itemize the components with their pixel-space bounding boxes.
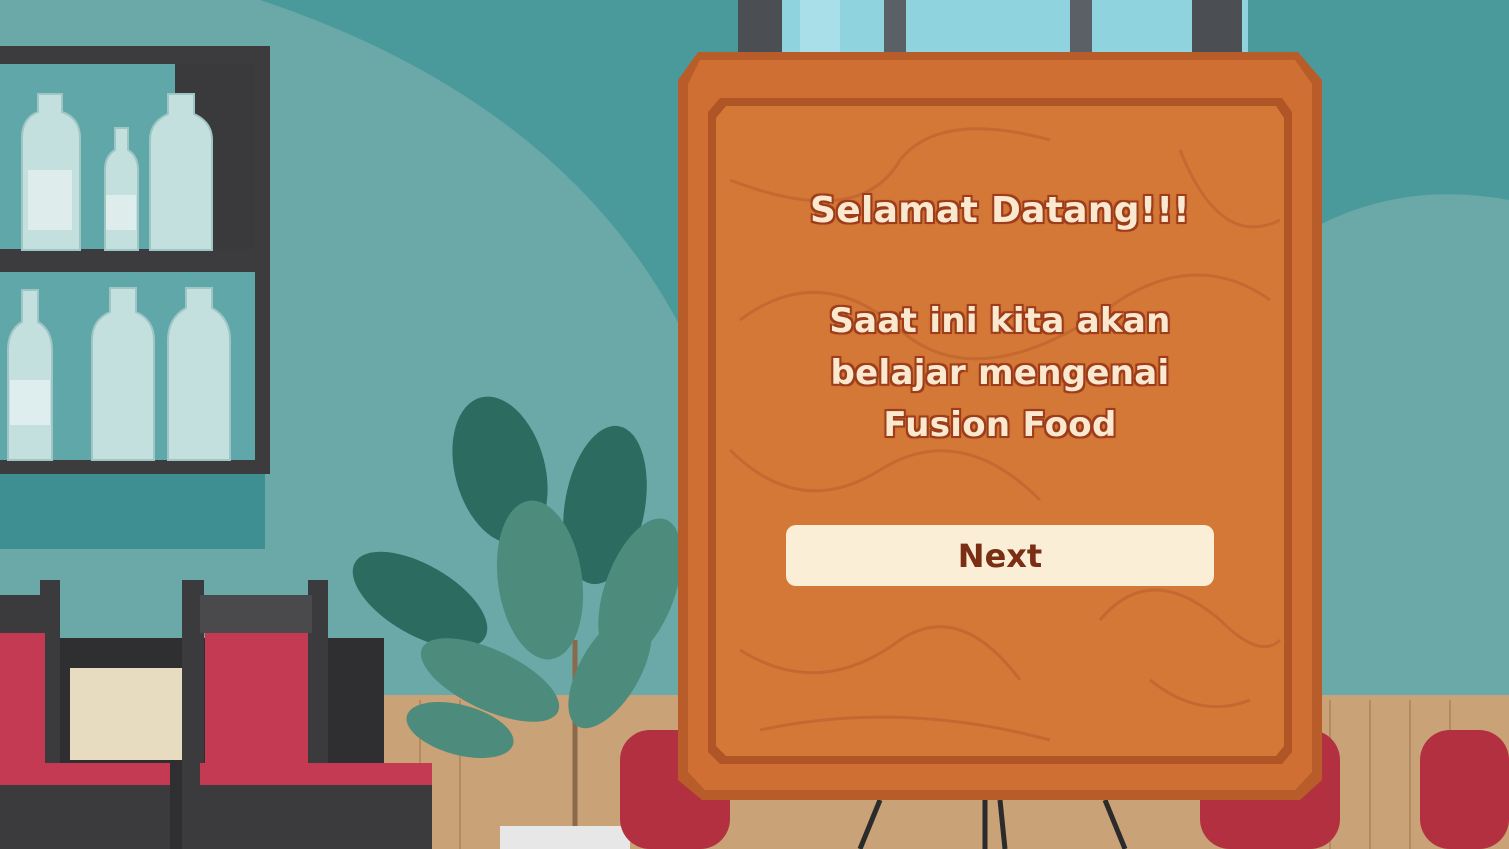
bottle-shelf <box>0 46 270 549</box>
dialog-message: Saat ini kita akan belajar mengenai Fusi… <box>760 295 1240 451</box>
counter-light <box>70 668 200 760</box>
dialog-title: Selamat Datang!!! <box>810 190 1190 231</box>
wall-shape-right <box>1310 194 1509 700</box>
message-line: belajar mengenai <box>830 353 1170 393</box>
message-line: Saat ini kita akan <box>829 301 1171 341</box>
message-line: Fusion Food <box>883 405 1117 445</box>
restaurant-background <box>0 0 1509 849</box>
next-button[interactable]: Next <box>786 525 1214 586</box>
game-scene: Selamat Datang!!! Saat ini kita akan bel… <box>0 0 1509 849</box>
